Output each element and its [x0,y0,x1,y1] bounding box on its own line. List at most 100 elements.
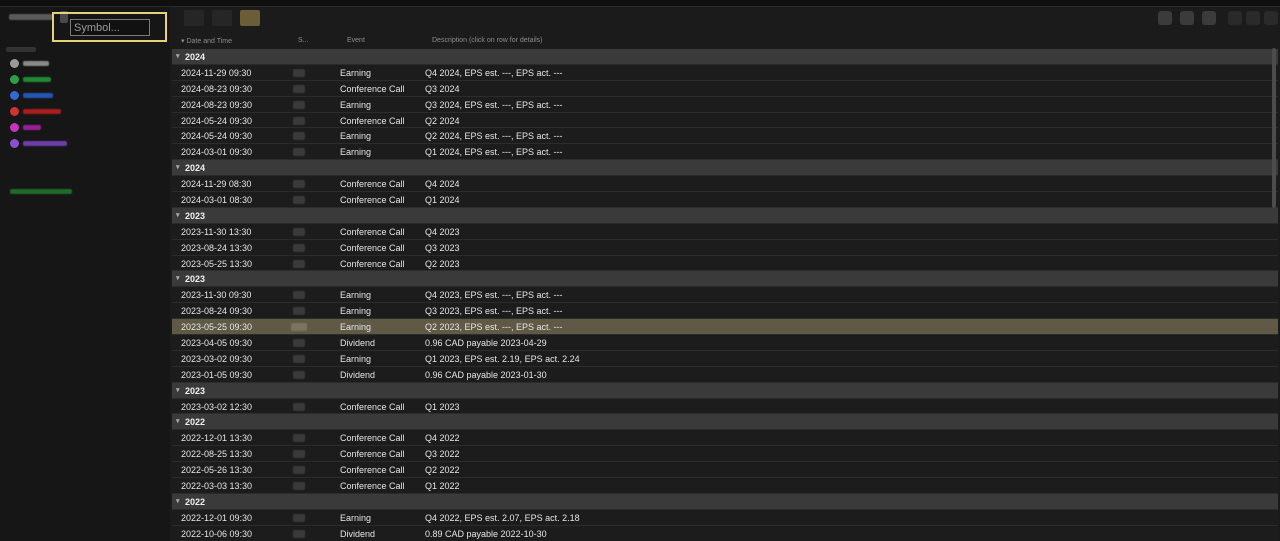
table-row[interactable]: 2022-08-25 13:30 Conference Call Q3 2022 [172,446,1278,463]
calendar-icon[interactable] [1158,11,1172,25]
toolbar-button-active[interactable] [240,10,260,26]
table-scrollbar[interactable] [1272,48,1276,208]
table-row[interactable]: 2023-03-02 09:30 Earning Q1 2023, EPS est.… [172,350,1278,367]
maximize-icon[interactable] [1246,11,1260,25]
filter-checkbox[interactable] [10,123,19,132]
collapse-icon[interactable]: ▾ [176,386,180,394]
table-row[interactable]: 2023-11-30 13:30 Conference Call Q4 2023 [172,223,1278,240]
col-header-symbol[interactable]: S... [298,37,309,44]
cell-date: 2022-10-06 09:30 [181,528,253,539]
cell-date: 2022-08-25 13:30 [181,449,253,460]
cell-description: Q3 2024 [425,83,460,94]
table-group-row[interactable]: ▾ 2022 [172,493,1278,510]
events-table: ▾ Date and Time S... Event Description (… [172,33,1278,541]
table-row[interactable]: 2023-08-24 09:30 Earning Q3 2023, EPS est.… [172,303,1278,320]
group-year: 2024 [185,163,206,174]
cell-date: 2023-03-02 09:30 [181,353,253,364]
table-row[interactable]: 2024-08-23 09:30 Earning Q3 2024, EPS est.… [172,96,1278,113]
group-year: 2023 [185,385,206,396]
col-header-date-and-time[interactable]: ▾ Date and Time [181,37,232,45]
filter-label [23,61,49,66]
filter-checkbox[interactable] [10,59,19,68]
table-body: ▾ 2024 2024-11-29 09:30 Earning Q4 2024, EPS… [172,49,1278,541]
cell-event: Earning [340,306,372,317]
settings-icon[interactable] [1202,11,1216,25]
cell-event: Conference Call [340,195,405,206]
symbol-input[interactable] [70,19,150,36]
cell-event: Conference Call [340,433,405,444]
table-row[interactable]: 2023-03-02 12:30 Conference Call Q1 2023 [172,398,1278,415]
cell-symbol-icon [293,370,305,379]
table-row[interactable]: 2023-11-30 09:30 Earning Q4 2023, EPS est.… [172,287,1278,304]
cell-description: 0.89 CAD payable 2022-10-30 [425,528,547,539]
collapse-icon[interactable]: ▾ [176,417,180,425]
cell-event: Earning [340,353,372,364]
table-row[interactable]: 2024-08-23 09:30 Conference Call Q3 2024 [172,80,1278,97]
cell-date: 2023-11-30 09:30 [181,290,252,301]
col-header-event[interactable]: Event [347,37,365,44]
cell-event: Conference Call [340,401,405,412]
filter-label [23,141,67,146]
cell-description: Q4 2022 [425,433,460,444]
collapse-icon[interactable]: ▾ [176,497,180,505]
filter-icon[interactable] [1180,11,1194,25]
cell-symbol-icon [293,68,305,77]
cell-symbol-icon [293,513,305,522]
table-group-row[interactable]: ▾ 2023 [172,271,1278,288]
col-header-description[interactable]: Description (click on row for details) [432,37,542,44]
table-row[interactable]: 2024-03-01 08:30 Conference Call Q1 2024 [172,192,1278,208]
cell-date: 2023-01-05 09:30 [181,369,253,380]
minimize-icon[interactable] [1228,11,1242,25]
cell-date: 2023-11-30 13:30 [181,226,252,237]
cell-description: Q1 2024, EPS est. ---, EPS act. --- [425,147,563,158]
collapse-icon[interactable]: ▾ [176,211,180,219]
close-icon[interactable] [1264,11,1278,25]
table-row[interactable]: 2022-10-06 09:30 Dividend 0.89 CAD payable… [172,525,1278,541]
cell-date: 2024-08-23 09:30 [181,83,253,94]
group-year: 2024 [185,52,206,62]
table-group-row[interactable]: ▾ 2023 [172,207,1278,224]
cell-event: Earning [340,147,372,158]
filter-checkbox[interactable] [10,75,19,84]
table-group-row[interactable]: ▾ 2022 [172,414,1278,431]
collapse-icon[interactable]: ▾ [176,163,180,171]
table-row[interactable]: 2023-01-05 09:30 Dividend 0.96 CAD payable… [172,366,1278,383]
table-row[interactable]: 2022-12-01 13:30 Conference Call Q4 2022 [172,430,1278,447]
cell-event: Conference Call [340,242,405,253]
cell-description: Q4 2022, EPS est. 2.07, EPS act. 2.18 [425,512,580,523]
table-row[interactable]: 2024-11-29 08:30 Conference Call Q4 2024 [172,176,1278,193]
table-row[interactable]: 2024-11-29 09:30 Earning Q4 2024, EPS est.… [172,64,1278,81]
cell-event: Conference Call [340,449,405,460]
group-year: 2022 [185,496,206,507]
cell-date: 2023-08-24 09:30 [181,306,253,317]
table-row[interactable]: 2022-03-03 13:30 Conference Call Q1 2022 [172,478,1278,494]
filter-checkbox[interactable] [10,139,19,148]
table-group-row[interactable]: ▾ 2024 [172,49,1278,65]
cell-description: 0.96 CAD payable 2023-04-29 [425,338,547,349]
toolbar-button-back[interactable] [184,10,204,26]
cell-date: 2024-11-29 08:30 [181,179,252,190]
table-row[interactable]: 2023-05-25 09:30 Earning Q2 2023, EPS est.… [172,319,1278,336]
table-row[interactable]: 2023-08-24 13:30 Conference Call Q3 2023 [172,239,1278,256]
cell-symbol-icon [293,116,305,125]
select-all-link[interactable] [10,189,72,194]
table-row[interactable]: 2023-05-25 13:30 Conference Call Q2 2023 [172,255,1278,272]
table-row[interactable]: 2024-03-01 09:30 Earning Q1 2024, EPS est.… [172,144,1278,161]
table-row[interactable]: 2024-05-24 09:30 Earning Q2 2024, EPS est.… [172,128,1278,145]
table-group-row[interactable]: ▾ 2024 [172,160,1278,177]
toolbar-button-list[interactable] [212,10,232,26]
table-row[interactable]: 2023-04-05 09:30 Dividend 0.96 CAD payable… [172,335,1278,351]
title-bar [0,0,1280,7]
collapse-icon[interactable]: ▾ [176,52,180,60]
cell-event: Conference Call [340,481,405,492]
filter-checkbox[interactable] [10,107,19,116]
col-header-date-label: Date and Time [186,38,232,45]
table-row[interactable]: 2022-05-26 13:30 Conference Call Q2 2022 [172,462,1278,479]
cell-description: Q1 2023, EPS est. 2.19, EPS act. 2.24 [425,353,580,364]
table-row[interactable]: 2024-05-24 09:30 Conference Call Q2 2024 [172,112,1278,129]
cell-description: Q4 2024 [425,179,460,190]
filter-checkbox[interactable] [10,91,19,100]
table-group-row[interactable]: ▾ 2023 [172,382,1278,399]
table-row[interactable]: 2022-12-01 09:30 Earning Q4 2022, EPS est.… [172,509,1278,526]
collapse-icon[interactable]: ▾ [176,274,180,282]
